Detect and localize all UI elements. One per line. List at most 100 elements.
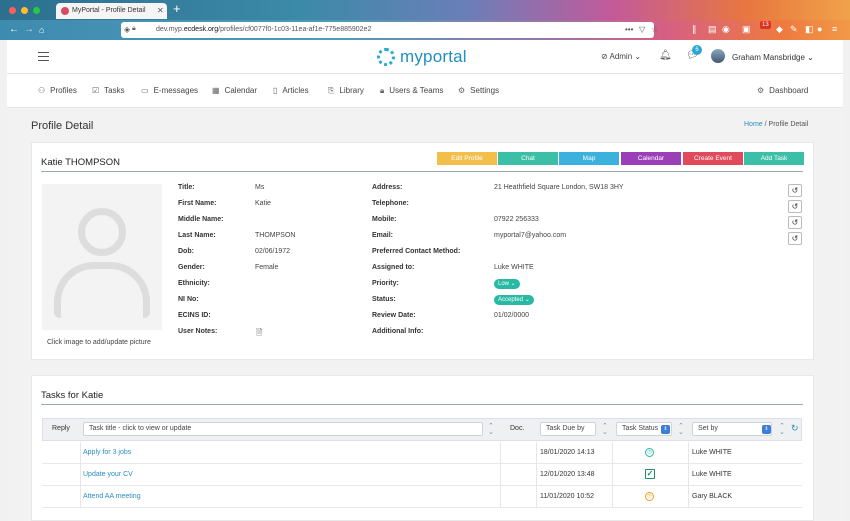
create-event-button[interactable]: Create Event [683, 152, 743, 165]
sort-icon[interactable]: ⌃ ⌄ [678, 423, 684, 436]
notes-document-icon[interactable]: 🗎 [256, 327, 262, 341]
select-arrow-icon[interactable]: ⇕ [762, 425, 771, 434]
calendar-button[interactable]: Calendar [621, 152, 681, 165]
library-icon[interactable]: ∥ [692, 24, 697, 35]
history-icon[interactable]: ↺ [788, 232, 802, 245]
task-title-filter-input[interactable]: Task title - click to view or update [83, 422, 483, 436]
sidebar-icon[interactable]: ▤ [708, 24, 717, 35]
nav-profiles[interactable]: ⚇ Profiles [38, 86, 77, 95]
browser-tab[interactable]: MyPortal - Profile Detail ✕ [56, 3, 167, 19]
extension-icon[interactable]: ◧ [805, 24, 814, 35]
extension-icon[interactable]: ● [817, 24, 822, 34]
avatar-placeholder-icon [78, 208, 126, 256]
chat-button[interactable]: Chat [498, 152, 558, 165]
more-icon[interactable]: ••• [625, 25, 633, 34]
field-label: Additional Info: [372, 328, 424, 335]
refresh-icon[interactable]: ↻ [791, 423, 799, 434]
nav-settings[interactable]: ⚙ Settings [458, 86, 499, 95]
bell-icon[interactable]: 🔔︎ [659, 50, 672, 61]
extension-icon[interactable]: ✎ [790, 24, 798, 35]
column-divider [612, 442, 613, 508]
close-window-button[interactable] [9, 7, 16, 14]
status-badge[interactable]: Accepted ⌄ [494, 295, 534, 305]
bookmark-star-icon[interactable]: ☆ [651, 25, 658, 34]
gear-icon: ⚙ [458, 86, 466, 95]
avatar-placeholder-icon [54, 262, 150, 318]
logo-text[interactable]: myportal [400, 47, 467, 67]
nav-emessages[interactable]: ▭ E-messages [141, 86, 198, 95]
gear-icon: ⚙ [757, 86, 765, 95]
nav-dashboard[interactable]: ⚙ Dashboard [757, 86, 808, 95]
extension-icon[interactable]: ◆ [776, 24, 783, 35]
home-icon[interactable]: ⌂ [39, 23, 44, 37]
nav-label: Users & Teams [389, 86, 444, 95]
pocket-icon[interactable]: ▽ [639, 25, 645, 34]
nav-library[interactable]: ⎘ Library [328, 86, 364, 96]
column-divider [500, 442, 501, 508]
user-menu[interactable]: Graham Mansbridge ⌄ [732, 53, 814, 62]
admin-menu[interactable]: ⊘ Admin ⌄ [601, 52, 641, 61]
favicon-icon [61, 7, 69, 15]
clock-icon: ◷ [645, 448, 654, 457]
menu-icon[interactable]: ≡ [832, 24, 837, 34]
forward-icon[interactable]: → [24, 23, 34, 37]
minimize-window-button[interactable] [21, 7, 28, 14]
task-title-link[interactable]: Update your CV [83, 471, 133, 478]
back-icon[interactable]: ← [9, 23, 19, 37]
nav-tasks[interactable]: ☑ Tasks [92, 86, 125, 95]
nav-label: Profiles [50, 86, 77, 95]
close-tab-icon[interactable]: ✕ [157, 6, 164, 15]
field-label: Title: [178, 184, 195, 191]
check-icon: ✓ [645, 469, 655, 479]
task-due: 12/01/2020 13:48 [540, 471, 595, 478]
nav-label: Library [339, 86, 364, 95]
lock-icon: 🔒︎ [380, 86, 385, 95]
priority-badge[interactable]: Low ⌄ [494, 279, 520, 289]
url-text[interactable]: dev.myp.ecdesk.org/profiles/cf0077f0-1c0… [156, 26, 371, 33]
task-title-link[interactable]: Attend AA meeting [83, 493, 141, 500]
history-icon[interactable]: ↺ [788, 200, 802, 213]
sort-icon[interactable]: ⌃ ⌄ [602, 423, 608, 436]
person-icon: ⚇ [38, 86, 46, 95]
field-label: NI No: [178, 296, 199, 303]
avatar[interactable] [711, 49, 725, 63]
sort-icon[interactable]: ⌃ ⌄ [779, 423, 785, 436]
field-label: Dob: [178, 248, 194, 255]
select-arrow-icon[interactable]: ⇕ [661, 425, 670, 434]
shield-icon: ◈ [124, 25, 131, 34]
photo-caption: Click image to add/update picture [47, 339, 151, 346]
breadcrumb-home[interactable]: Home [744, 121, 763, 128]
sort-icon[interactable]: ⌃ ⌄ [488, 423, 494, 436]
due-by-filter-input[interactable]: Task Due by [540, 422, 596, 436]
task-title-link[interactable]: Apply for 3 jobs [83, 449, 131, 456]
clock-icon: ◷ [645, 492, 654, 501]
field-label: Priority: [372, 280, 399, 287]
column-divider [688, 442, 689, 508]
history-icon[interactable]: ↺ [788, 184, 802, 197]
field-label: Last Name: [178, 232, 216, 239]
user-name: Graham Mansbridge [732, 53, 805, 62]
extension-icon[interactable]: ▣ [742, 24, 751, 35]
hamburger-icon[interactable] [38, 52, 49, 61]
account-icon[interactable]: ◉ [722, 24, 730, 35]
nav-users-teams[interactable]: 🔒︎ Users & Teams [380, 86, 443, 96]
add-task-button[interactable]: Add Task [744, 152, 804, 165]
nav-label: Settings [470, 86, 500, 95]
field-label: Review Date: [372, 312, 416, 319]
chevron-down-icon: ⌄ [804, 53, 814, 62]
notification-count: 13 [760, 21, 771, 29]
nav-calendar[interactable]: ▦ Calendar [212, 86, 257, 95]
new-tab-button[interactable]: + [173, 2, 181, 16]
field-value: Luke WHITE [494, 264, 534, 271]
maximize-window-button[interactable] [33, 7, 40, 14]
edit-profile-button[interactable]: Edit Profile [437, 152, 497, 165]
map-button[interactable]: Map [559, 152, 619, 165]
field-label: ECINS ID: [178, 312, 211, 319]
nav-articles[interactable]: ▯ Articles [273, 86, 309, 95]
tab-title: MyPortal - Profile Detail [72, 7, 146, 14]
field-label: Preferred Contact Method: [372, 248, 461, 255]
history-icon[interactable]: ↺ [788, 216, 802, 229]
breadcrumb: Home / Profile Detail [744, 121, 808, 128]
set-by-select[interactable]: Set by [692, 422, 772, 436]
field-value: Ms [255, 184, 265, 191]
